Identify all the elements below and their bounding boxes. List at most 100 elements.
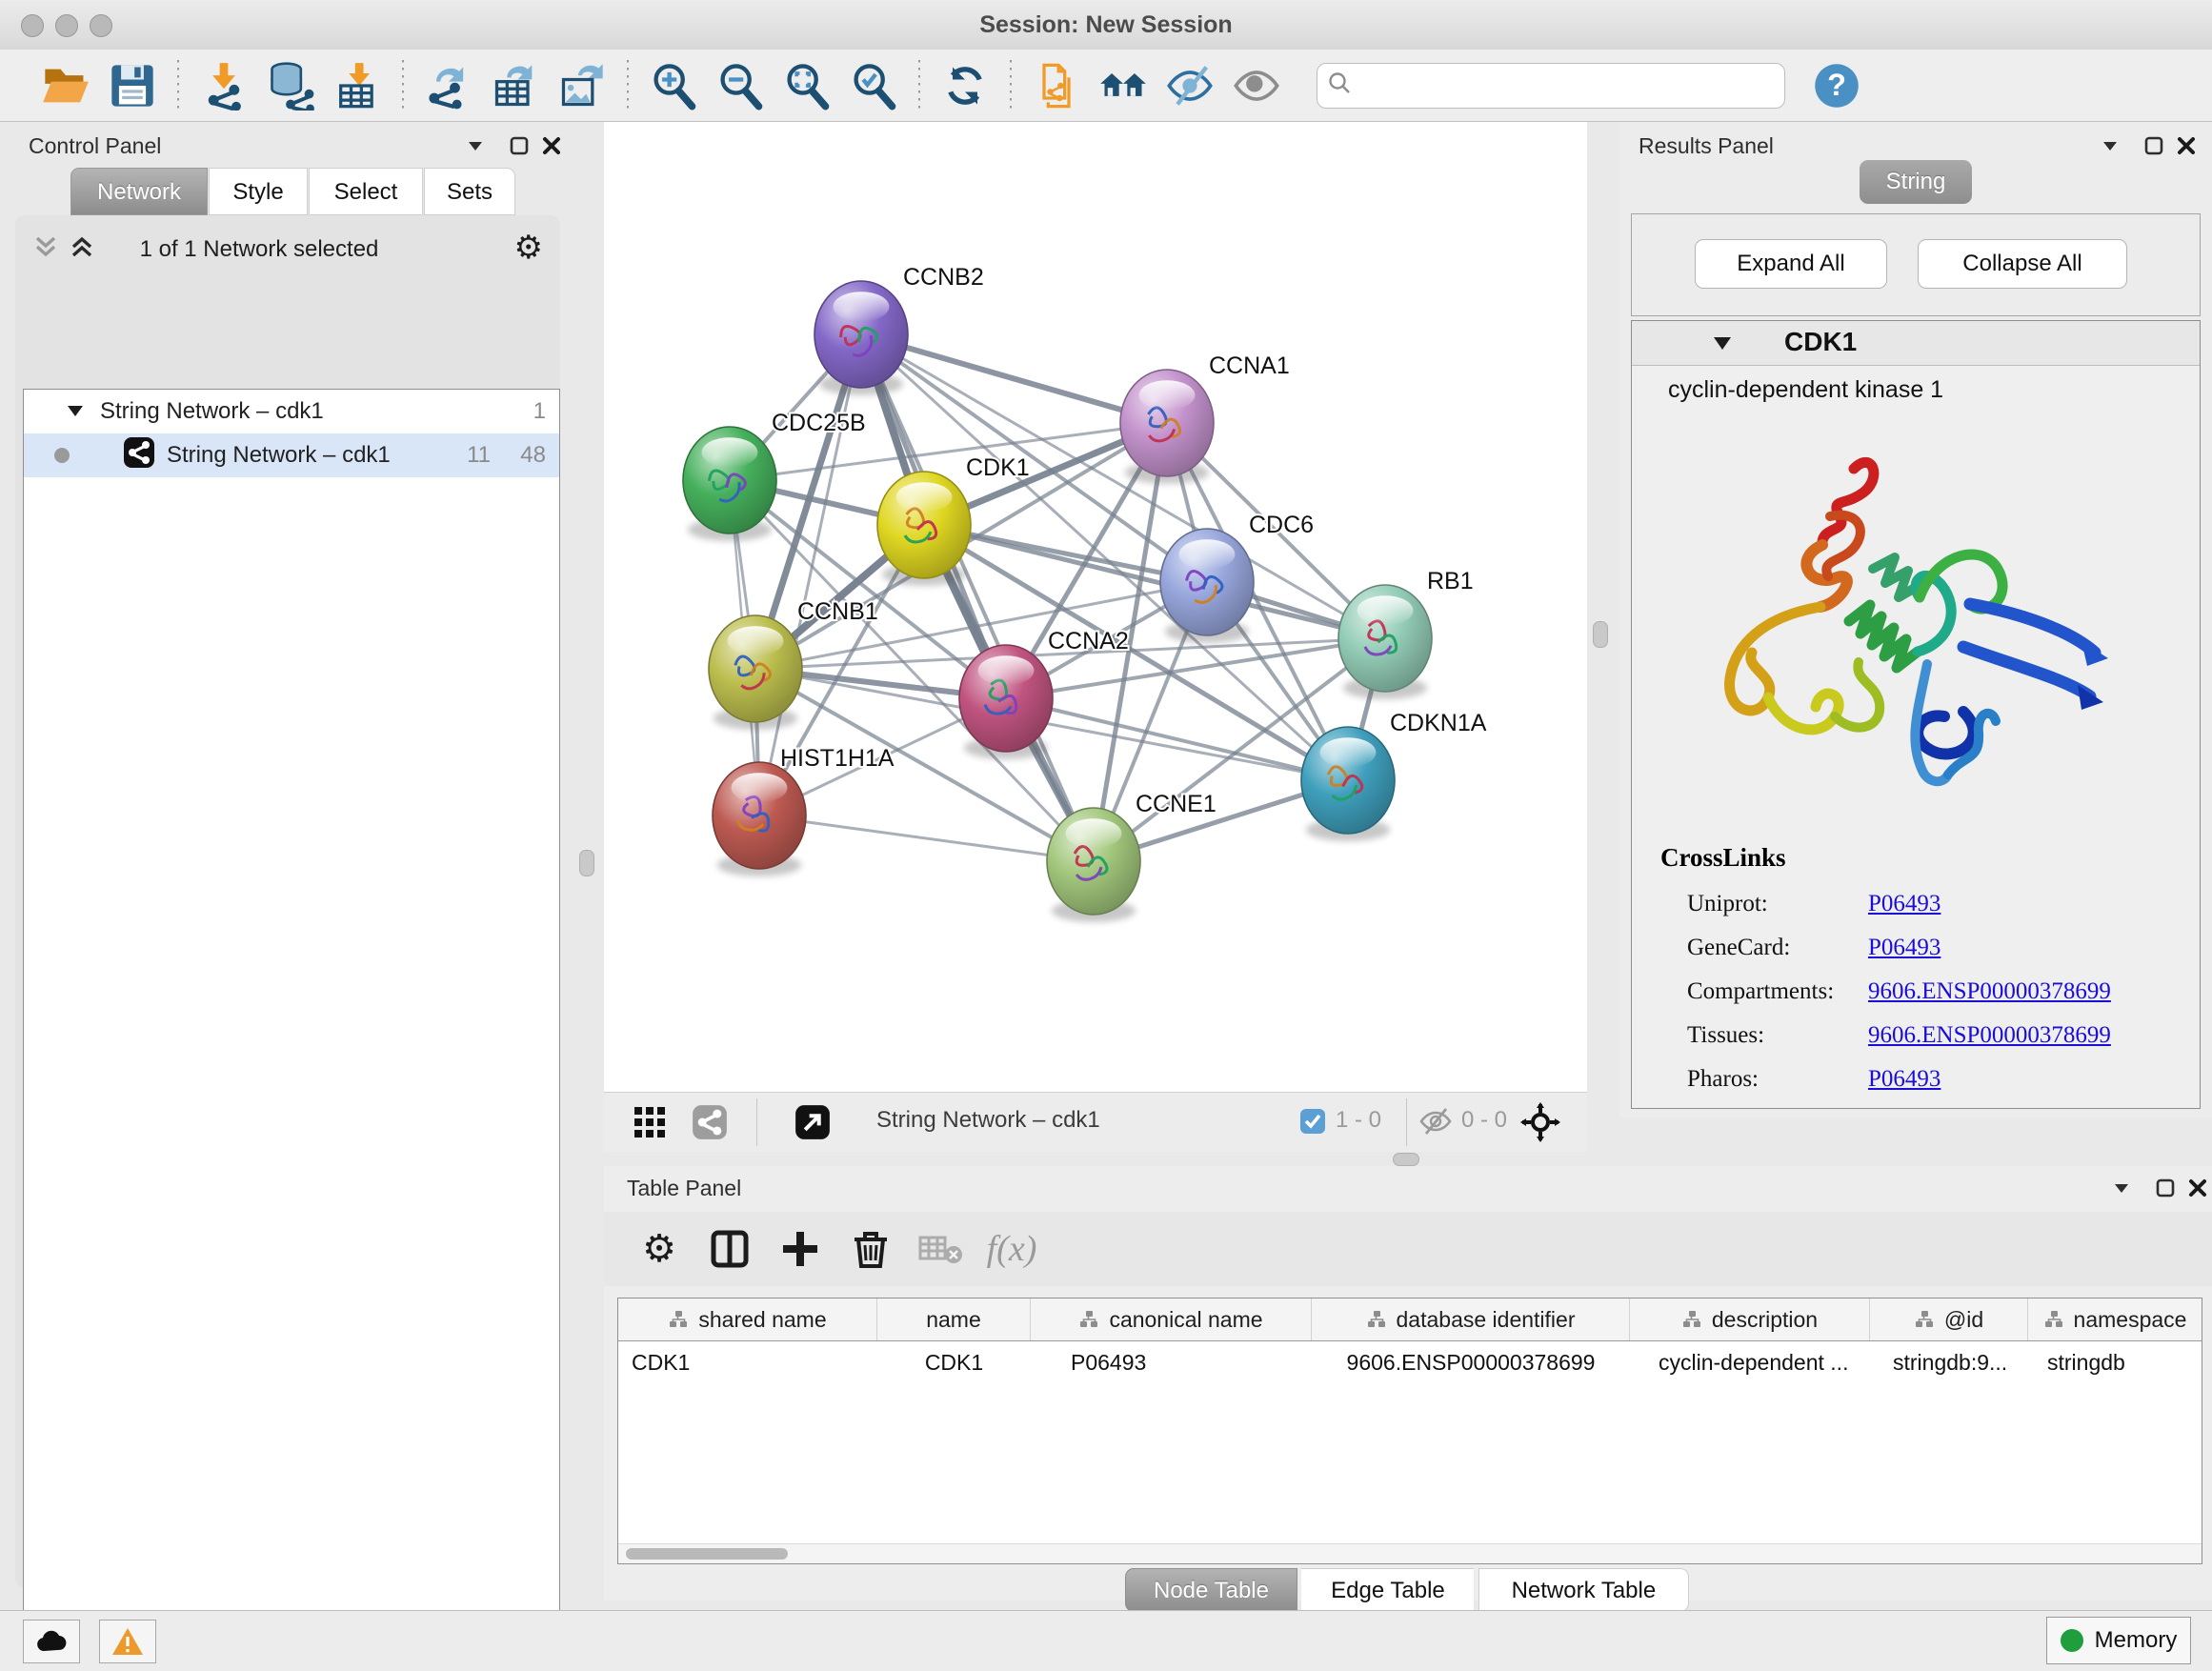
control-panel-close-icon[interactable] (535, 130, 568, 162)
left-splitter-handle[interactable] (579, 850, 594, 876)
table-panel-float-icon[interactable] (2149, 1172, 2182, 1204)
crosslink-pharos[interactable]: P06493 (1868, 1066, 1941, 1093)
col-header-description[interactable]: description (1630, 1299, 1870, 1340)
delete-column-icon[interactable] (842, 1223, 899, 1275)
network-label: String Network – cdk1 (167, 442, 391, 469)
save-session-icon[interactable] (106, 59, 159, 112)
export-network-icon[interactable] (422, 59, 475, 112)
clone-network-icon[interactable] (1030, 59, 1083, 112)
tab-string[interactable]: String (1860, 160, 1972, 204)
network-canvas[interactable]: CCNB2CCNA1CDC25BCDK1CDC6RB1CCNB1CCNA2CDK… (604, 122, 1587, 1092)
tab-style[interactable]: Style (209, 168, 308, 215)
show-graphics-details-icon[interactable] (1163, 59, 1217, 112)
warning-status-button[interactable] (99, 1620, 156, 1663)
entry-collapse-icon[interactable] (1712, 334, 1733, 356)
apply-preferred-layout-icon[interactable] (938, 59, 992, 112)
network-node-CCNA1[interactable]: CCNA1 (1120, 352, 1290, 484)
crosslink-compartments[interactable]: 9606.ENSP00000378699 (1868, 978, 2111, 1005)
collection-collapse-icon[interactable] (66, 398, 85, 425)
memory-button[interactable]: Memory (2046, 1617, 2191, 1664)
results-panel-menu-icon[interactable] (2094, 130, 2126, 162)
table-row[interactable]: CDK1 CDK1 P06493 9606.ENSP00000378699 cy… (618, 1341, 2202, 1383)
cloud-status-button[interactable] (23, 1620, 80, 1663)
crosslink-uniprot[interactable]: P06493 (1868, 891, 1941, 917)
open-in-new-window-icon[interactable] (794, 1104, 831, 1145)
create-column-icon[interactable] (772, 1223, 829, 1275)
network-edge[interactable] (759, 815, 1094, 861)
scrollbar-thumb[interactable] (626, 1548, 788, 1560)
network-node-RB1[interactable]: RB1 (1338, 568, 1474, 699)
col-header-canonical-name[interactable]: canonical name (1031, 1299, 1312, 1340)
table-horizontal-scrollbar[interactable] (618, 1543, 2202, 1563)
tab-network[interactable]: Network (70, 168, 208, 215)
cell-description[interactable]: cyclin-dependent ... (1630, 1341, 1870, 1383)
right-splitter-handle[interactable] (1593, 621, 1608, 648)
network-collection-row[interactable]: String Network – cdk1 1 (24, 390, 559, 433)
zoom-fit-content-icon[interactable] (780, 59, 834, 112)
cell-database-identifier[interactable]: 9606.ENSP00000378699 (1312, 1341, 1630, 1383)
protein-entry-header[interactable]: CDK1 (1632, 321, 2200, 366)
hide-graphics-details-icon[interactable] (1230, 59, 1283, 112)
network-node-CDC25B[interactable]: CDC25B (683, 410, 866, 541)
cell-canonical-name[interactable]: P06493 (1031, 1341, 1312, 1383)
tab-select[interactable]: Select (309, 168, 423, 215)
welcome-screen-icon[interactable] (1096, 59, 1150, 112)
network-graph[interactable]: CCNB2CCNA1CDC25BCDK1CDC6RB1CCNB1CCNA2CDK… (604, 122, 1587, 1092)
col-header-namespace[interactable]: namespace (2028, 1299, 2202, 1340)
export-image-icon[interactable] (555, 59, 609, 112)
cell-shared-name[interactable]: CDK1 (618, 1341, 877, 1383)
table-panel-menu-icon[interactable] (2105, 1172, 2138, 1204)
function-builder-icon[interactable]: f(x) (983, 1223, 1040, 1275)
cell-id[interactable]: stringdb:9... (1870, 1341, 2028, 1383)
selected-checkbox-icon[interactable] (1299, 1108, 1326, 1139)
crosslink-tissues[interactable]: 9606.ENSP00000378699 (1868, 1022, 2111, 1049)
tab-sets[interactable]: Sets (424, 168, 515, 215)
help-icon[interactable]: ? (1810, 59, 1863, 112)
col-header-name[interactable]: name (877, 1299, 1031, 1340)
cell-name[interactable]: CDK1 (877, 1341, 1031, 1383)
birds-eye-view-icon[interactable] (1520, 1102, 1560, 1147)
col-header-shared-name[interactable]: shared name (618, 1299, 877, 1340)
search-field[interactable] (1317, 63, 1785, 109)
table-settings-gear-icon[interactable]: ⚙ (631, 1223, 688, 1275)
horizontal-splitter-handle[interactable] (1393, 1153, 1419, 1166)
network-view-mode-icon[interactable] (692, 1104, 728, 1145)
search-input[interactable] (1361, 72, 1765, 99)
col-header-database-identifier[interactable]: database identifier (1312, 1299, 1630, 1340)
col-header-id[interactable]: @id (1870, 1299, 2028, 1340)
network-node-CDKN1A[interactable]: CDKN1A (1301, 710, 1487, 841)
import-network-from-file-icon[interactable] (197, 59, 251, 112)
results-panel-close-icon[interactable] (2170, 130, 2202, 162)
network-row[interactable]: String Network – cdk1 11 48 (24, 433, 559, 477)
zoom-out-icon[interactable] (714, 59, 767, 112)
results-panel-float-icon[interactable] (2138, 130, 2170, 162)
crosslink-label: GeneCard: (1687, 935, 1790, 961)
tab-node-table[interactable]: Node Table (1125, 1568, 1297, 1612)
control-panel-menu-icon[interactable] (459, 130, 492, 162)
delete-table-icon[interactable] (913, 1223, 970, 1275)
show-columns-icon[interactable] (701, 1223, 758, 1275)
tab-edge-table[interactable]: Edge Table (1301, 1568, 1474, 1612)
cell-namespace[interactable]: stringdb (2028, 1341, 2202, 1383)
collapse-all-button[interactable]: Collapse All (1918, 239, 2127, 289)
network-edge[interactable] (759, 334, 861, 815)
network-node-CDC6[interactable]: CDC6 (1160, 512, 1314, 643)
control-panel-float-icon[interactable] (503, 130, 535, 162)
network-edge[interactable] (861, 334, 1094, 861)
network-node-CCNB2[interactable]: CCNB2 (814, 264, 984, 395)
network-edge[interactable] (924, 525, 1385, 638)
table-panel-close-icon[interactable] (2182, 1172, 2212, 1204)
network-options-gear-icon[interactable]: ⚙ (514, 229, 543, 267)
zoom-in-icon[interactable] (647, 59, 700, 112)
zoom-selected-icon[interactable] (847, 59, 900, 112)
crosslink-genecard[interactable]: P06493 (1868, 935, 1941, 961)
import-table-from-file-icon[interactable] (331, 59, 384, 112)
import-network-from-database-icon[interactable] (264, 59, 317, 112)
tab-network-table[interactable]: Network Table (1478, 1568, 1689, 1612)
results-panel-title: Results Panel (1639, 133, 1774, 159)
open-session-icon[interactable] (39, 59, 92, 112)
expand-all-button[interactable]: Expand All (1695, 239, 1887, 289)
network-node-HIST1H1A[interactable]: HIST1H1A (713, 745, 895, 876)
grid-view-icon[interactable] (633, 1105, 667, 1144)
export-table-icon[interactable] (489, 59, 542, 112)
